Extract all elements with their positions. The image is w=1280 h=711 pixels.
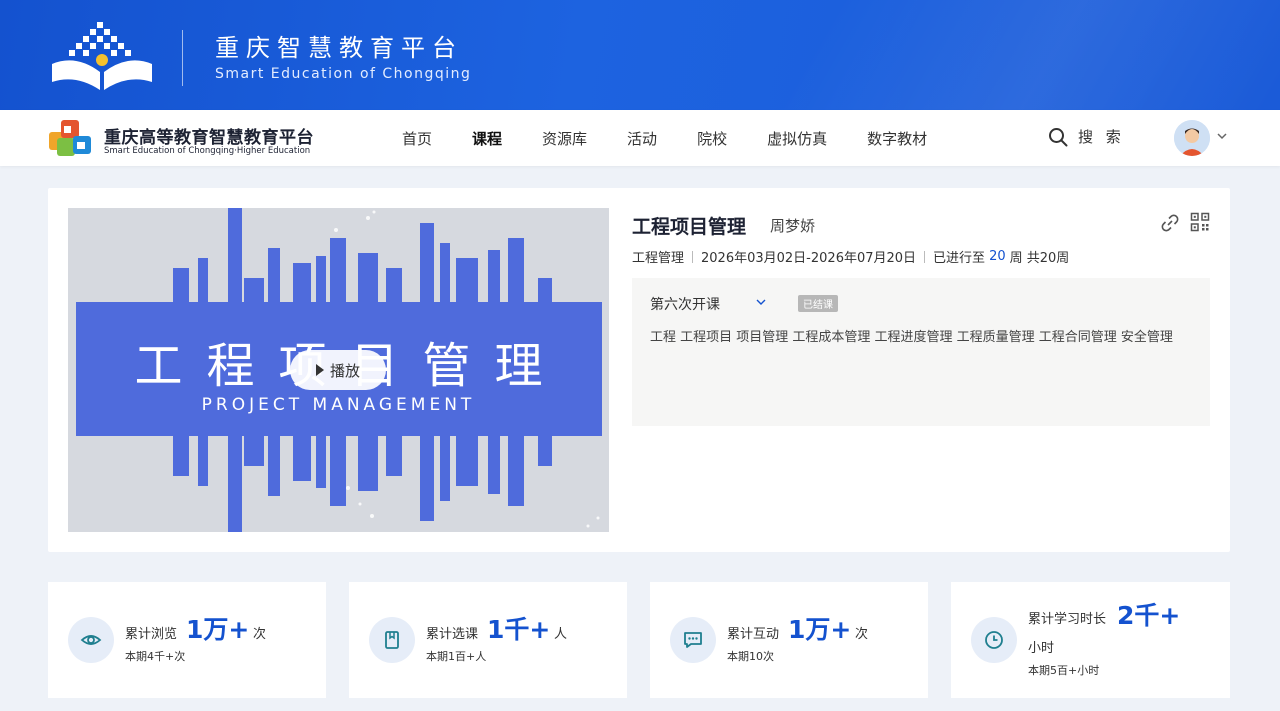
stat-sub: 本期1百+人 [426,650,487,663]
nav-item-home[interactable]: 首页 [402,128,432,149]
stat-unit: 人 [554,627,568,642]
nav-item-activities[interactable]: 活动 [627,128,657,149]
stat-card-study-time: 累计学习时长 2千+ 小时 本期5百+小时 [951,582,1230,698]
chat-icon [684,632,702,648]
session-keywords: 工程 工程项目 项目管理 工程成本管理 工程进度管理 工程质量管理 工程合同管理… [650,330,1173,345]
stat-icon-wrap [971,617,1017,663]
nav-item-virtual-sim[interactable]: 虚拟仿真 [767,128,827,149]
qr-code-icon[interactable] [1190,212,1210,232]
main-navbar: 重庆高等教育智慧教育平台 Smart Education of Chongqin… [0,110,1280,166]
chevron-down-icon[interactable] [1217,132,1227,140]
eye-icon [80,635,102,645]
meta-divider [692,250,694,263]
course-date-range: 2026年03月02日-2026年07月20日 [701,251,917,266]
stat-value: 1万+ [788,615,852,644]
course-cover-video[interactable]: 工程项目管理 PROJECT MANAGEMENT 播放 [68,208,609,532]
top-banner: 重庆智慧教育平台 Smart Education of Chongqing [0,0,1280,110]
nav-menu: 首页 课程 资源库 活动 院校 虚拟仿真 数字教材 [402,110,967,166]
progress-suffix: 周 共20周 [1009,251,1070,266]
avatar-icon [1174,120,1210,156]
stat-value: 1万+ [186,615,250,644]
stat-unit: 小时 [1028,641,1055,656]
stat-sub: 本期4千+次 [125,650,186,663]
stat-value: 2千+ [1117,601,1181,630]
meta-divider [924,250,926,263]
search-label: 搜 索 [1078,128,1125,146]
nav-logo-title[interactable]: 重庆高等教育智慧教育平台 [104,123,314,148]
stat-icon-wrap [369,617,415,663]
stat-sub: 本期10次 [727,650,774,663]
session-panel: 第六次开课 已结课 工程 工程项目 项目管理 工程成本管理 工程进度管理 工程质… [632,278,1210,426]
stat-card-enrollments: 累计选课 1千+ 人 本期1百+人 [349,582,627,698]
book-icon [385,631,399,649]
chevron-down-icon[interactable] [756,298,766,306]
platform-logo-icon [52,22,152,90]
nav-item-courses[interactable]: 课程 [472,128,502,149]
stat-label: 累计学习时长 [1028,612,1107,627]
stat-card-views: 累计浏览 1万+ 次 本期4千+次 [48,582,326,698]
play-label: 播放 [329,361,360,380]
link-icon[interactable] [1160,213,1180,233]
session-status-badge: 已结课 [798,295,838,312]
search-button[interactable]: 搜 索 [1048,126,1125,147]
course-category: 工程管理 [632,251,685,266]
stat-sub: 本期5百+小时 [1028,664,1100,677]
stat-unit: 次 [855,627,869,642]
banner-title: 重庆智慧教育平台 [215,34,463,62]
play-button[interactable]: 播放 [290,350,386,390]
course-teacher[interactable]: 周梦娇 [770,215,815,236]
cover-subtitle: PROJECT MANAGEMENT [201,395,476,415]
progress-prefix: 已进行至 [933,251,986,266]
clock-icon [985,631,1003,649]
higher-edu-logo-icon[interactable] [47,118,95,158]
nav-item-resources[interactable]: 资源库 [542,128,587,149]
nav-logo-subtitle: Smart Education of Chongqing·Higher Educ… [104,146,311,156]
stat-value: 1千+ [487,615,551,644]
stat-card-interactions: 累计互动 1万+ 次 本期10次 [650,582,928,698]
banner-subtitle: Smart Education of Chongqing [215,66,472,82]
course-title: 工程项目管理 [632,216,747,238]
course-meta: 工程管理 2026年03月02日-2026年07月20日 已进行至 20 周 共… [632,247,1069,266]
course-card: 工程项目管理 PROJECT MANAGEMENT 播放 工程项目管理 周梦娇 … [48,188,1230,552]
session-selector[interactable]: 第六次开课 [650,294,720,314]
search-icon [1049,127,1068,146]
play-icon [315,364,324,376]
stat-icon-wrap [68,617,114,663]
banner-divider [182,30,183,86]
banner-sheen [700,0,1280,110]
stat-unit: 次 [253,627,267,642]
progress-week: 20 [989,249,1006,264]
stat-label: 累计选课 [426,627,479,642]
user-avatar[interactable] [1174,120,1210,156]
nav-item-digital-textbooks[interactable]: 数字教材 [867,128,927,149]
stat-label: 累计互动 [727,627,780,642]
nav-item-schools[interactable]: 院校 [697,128,727,149]
stat-label: 累计浏览 [125,627,178,642]
stat-icon-wrap [670,617,716,663]
